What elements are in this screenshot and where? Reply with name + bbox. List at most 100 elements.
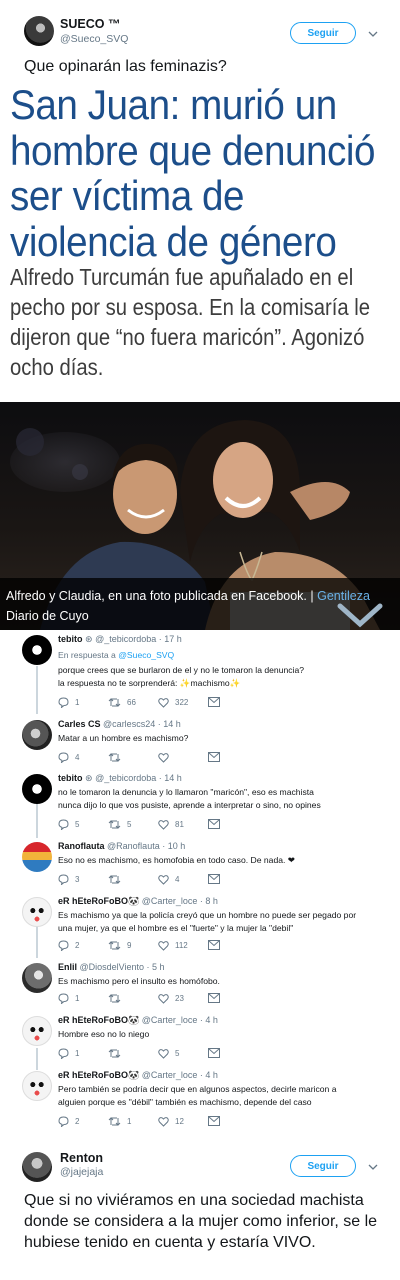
message-button[interactable]: [208, 752, 226, 762]
message-button[interactable]: [208, 940, 226, 950]
heart-icon: [158, 753, 169, 763]
retweet-button[interactable]: [108, 752, 127, 763]
author-name[interactable]: SUECO ™: [60, 17, 120, 31]
avatar[interactable]: [22, 720, 52, 750]
caption-source: Diario de Cuyo: [6, 609, 89, 623]
chevron-down-icon[interactable]: [334, 600, 386, 630]
reply-button[interactable]: 2: [58, 940, 79, 951]
retweet-button[interactable]: [108, 1048, 127, 1059]
envelope-icon: [208, 993, 220, 1003]
like-button[interactable]: 5: [158, 1048, 179, 1059]
reply-actions: 4: [58, 752, 228, 764]
avatar[interactable]: [22, 1152, 52, 1182]
reply-text: Es machismo ya que la policía creyó que …: [58, 910, 357, 920]
reply-text: Es machismo pero el insulto es homófobo.: [58, 976, 220, 986]
retweet-button[interactable]: 66: [108, 697, 136, 708]
avatar[interactable]: [22, 774, 52, 804]
reply-author[interactable]: Carles CS @carlescs24 · 14 h: [58, 719, 181, 729]
caption-text: Alfredo y Claudia, en una foto publicada…: [6, 589, 314, 603]
reply-button[interactable]: 1: [58, 697, 79, 708]
reply-text: porque crees que se burlaron de el y no …: [58, 665, 305, 675]
envelope-icon: [208, 819, 220, 829]
follow-button[interactable]: Seguir: [290, 22, 356, 44]
message-button[interactable]: [208, 993, 226, 1003]
chevron-down-icon[interactable]: [368, 29, 378, 39]
retweet-icon: [108, 820, 121, 829]
reply-text: alguien porque es "débil" también es mac…: [58, 1097, 312, 1107]
like-button[interactable]: [158, 752, 175, 763]
retweet-button[interactable]: 9: [108, 940, 131, 951]
reply-icon: [58, 940, 69, 951]
retweet-button[interactable]: [108, 874, 127, 885]
heart-icon: [158, 1117, 169, 1127]
reply-author[interactable]: eR hEteRoFoBO🐼 @Carter_loce · 4 h: [58, 1015, 218, 1026]
reply-button[interactable]: 1: [58, 1048, 79, 1059]
reply-to-label: En respuesta a @Sueco_SVQ: [58, 650, 175, 660]
reply-text: Pero también se podría decir que en algu…: [58, 1084, 337, 1094]
avatar[interactable]: [22, 1071, 52, 1101]
heart-icon: [158, 941, 169, 951]
reply-button[interactable]: 3: [58, 874, 79, 885]
like-button[interactable]: 322: [158, 697, 188, 708]
author-handle[interactable]: @Sueco_SVQ: [60, 33, 128, 45]
message-button[interactable]: [208, 874, 226, 884]
message-button[interactable]: [208, 1048, 226, 1058]
retweet-button[interactable]: 5: [108, 819, 131, 830]
author-name[interactable]: Renton: [60, 1151, 103, 1165]
reply-button[interactable]: 4: [58, 752, 79, 763]
reply-button[interactable]: 2: [58, 1116, 79, 1127]
avatar[interactable]: [22, 897, 52, 927]
retweet-button[interactable]: [108, 993, 127, 1004]
like-button[interactable]: 12: [158, 1116, 184, 1127]
avatar[interactable]: [22, 963, 52, 993]
reply-author[interactable]: Enlil @DiosdelViento · 5 h: [58, 962, 165, 972]
reply-author[interactable]: tebito ⊛ @_tebicordoba · 14 h: [58, 773, 182, 784]
heart-icon: [158, 698, 169, 708]
envelope-icon: [208, 1048, 220, 1058]
reply-icon: [58, 697, 69, 708]
author-handle[interactable]: @jajejaja: [60, 1166, 103, 1178]
reply-author[interactable]: Ranoflauta @Ranoflauta · 10 h: [58, 841, 185, 851]
message-button[interactable]: [208, 819, 226, 829]
retweet-icon: [108, 753, 121, 762]
like-button[interactable]: 4: [158, 874, 179, 885]
retweet-icon: [108, 1117, 121, 1126]
reply-actions: 5 5 81: [58, 819, 228, 831]
reply-icon: [58, 752, 69, 763]
reply-text: Eso no es machismo, es homofobia en todo…: [58, 855, 295, 865]
reply-text: la respuesta no te sorprenderá: ✨machism…: [58, 678, 241, 688]
heart-icon: [158, 1049, 169, 1059]
retweet-icon: [108, 994, 121, 1003]
reply-actions: 3 4: [58, 874, 228, 886]
reply-text: nunca dijo lo que vos pusiste, aprende a…: [58, 800, 321, 810]
follow-button[interactable]: Seguir: [290, 1155, 356, 1177]
like-button[interactable]: 23: [158, 993, 184, 1004]
message-button[interactable]: [208, 1116, 226, 1126]
avatar[interactable]: [22, 635, 52, 665]
reply-author[interactable]: tebito ⊛ @_tebicordoba · 17 h: [58, 634, 182, 645]
chevron-down-icon[interactable]: [368, 1162, 378, 1172]
reply-author[interactable]: eR hEteRoFoBO🐼 @Carter_loce · 8 h: [58, 896, 218, 907]
retweet-button[interactable]: 1: [108, 1116, 131, 1127]
reply-button[interactable]: 5: [58, 819, 79, 830]
retweet-icon: [108, 941, 121, 950]
reply-author[interactable]: eR hEteRoFoBO🐼 @Carter_loce · 4 h: [58, 1070, 218, 1081]
mention-link[interactable]: @Sueco_SVQ: [118, 650, 174, 660]
reply-icon: [58, 1048, 69, 1059]
thread-line: [36, 666, 38, 714]
reply-actions: 1 66 322: [58, 697, 228, 709]
like-button[interactable]: 112: [158, 940, 188, 951]
avatar[interactable]: [22, 842, 52, 872]
reply-actions: 2 9 112: [58, 940, 228, 952]
heart-icon: [158, 820, 169, 830]
reply-button[interactable]: 1: [58, 993, 79, 1004]
avatar[interactable]: [24, 16, 54, 46]
message-button[interactable]: [208, 697, 226, 707]
like-button[interactable]: 81: [158, 819, 184, 830]
article-subhead: Alfredo Turcumán fue apuñalado en el pec…: [10, 264, 371, 380]
tweet-header: Renton @jajejaja Seguir: [0, 1140, 400, 1190]
envelope-icon: [208, 940, 220, 950]
reply-text: Hombre eso no lo niego: [58, 1029, 150, 1039]
avatar[interactable]: [22, 1016, 52, 1046]
reply-text: no le tomaron la denuncia y lo llamaron …: [58, 787, 314, 797]
